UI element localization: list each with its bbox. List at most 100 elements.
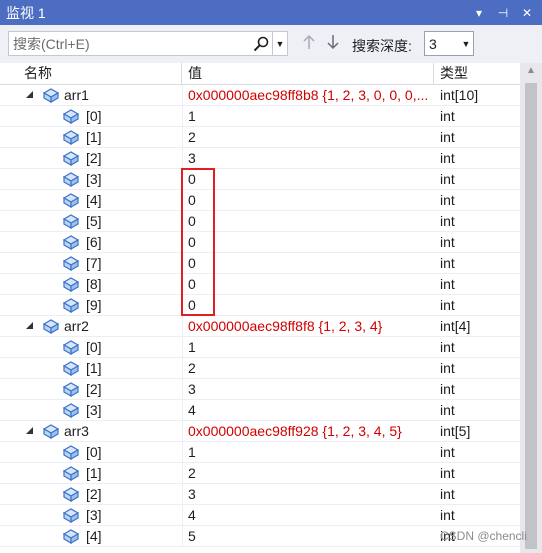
watch-element-row[interactable]: [1] 2 int <box>0 127 520 148</box>
value-cell[interactable]: 3 <box>188 484 434 504</box>
value-cell[interactable]: 2 <box>188 127 434 147</box>
search-depth-value: 3 <box>429 35 437 52</box>
search-history-dropdown-icon[interactable]: ▼ <box>272 32 287 55</box>
variable-icon <box>62 528 80 545</box>
variable-icon <box>62 381 80 398</box>
watch-window: 监视 1 ▾ ⊣ ✕ ▼ 搜索深度: 3 ▼ 名称 值 类型 arr <box>0 0 542 553</box>
watch-element-row[interactable]: [3] 4 int <box>0 400 520 421</box>
expand-toggle-icon[interactable] <box>26 322 33 329</box>
value-cell[interactable]: 0 <box>188 274 434 294</box>
search-input[interactable] <box>9 32 250 55</box>
name-cell: [4] <box>0 190 183 210</box>
watch-variable-row[interactable]: arr3 0x000000aec98ff928 {1, 2, 3, 4, 5} in… <box>0 421 520 442</box>
column-header-name[interactable]: 名称 <box>18 63 182 84</box>
value-cell[interactable]: 1 <box>188 337 434 357</box>
column-header-type[interactable]: 类型 <box>434 63 520 84</box>
name-cell: [1] <box>0 358 183 378</box>
watch-element-row[interactable]: [0] 1 int <box>0 106 520 127</box>
scrollbar-thumb[interactable] <box>525 83 537 549</box>
value-cell[interactable]: 0x000000aec98ff8f8 {1, 2, 3, 4} <box>188 316 434 336</box>
expand-toggle-icon[interactable] <box>26 427 33 434</box>
variable-icon <box>62 402 80 419</box>
value-cell[interactable]: 2 <box>188 358 434 378</box>
value-cell[interactable]: 1 <box>188 106 434 126</box>
watch-element-row[interactable]: [3] 4 int <box>0 505 520 526</box>
watch-element-row[interactable]: [2] 3 int <box>0 484 520 505</box>
value-cell[interactable]: 0 <box>188 232 434 252</box>
expand-toggle-icon[interactable] <box>26 91 33 98</box>
column-header-value[interactable]: 值 <box>182 63 434 84</box>
variable-icon <box>62 255 80 272</box>
variable-icon <box>62 108 80 125</box>
watch-element-row[interactable]: [0] 1 int <box>0 337 520 358</box>
value-cell[interactable]: 0 <box>188 295 434 315</box>
name-cell: [6] <box>0 232 183 252</box>
variable-name: arr1 <box>64 87 89 103</box>
value-cell[interactable]: 0x000000aec98ff8b8 {1, 2, 3, 0, 0, 0,... <box>188 85 434 105</box>
window-title: 监视 1 <box>6 4 46 21</box>
type-cell: int <box>440 339 455 355</box>
variable-name: [8] <box>86 276 102 292</box>
name-cell: [2] <box>0 379 183 399</box>
close-icon[interactable]: ✕ <box>520 6 534 20</box>
value-cell[interactable]: 2 <box>188 463 434 483</box>
type-cell: int <box>440 276 455 292</box>
value-cell[interactable]: 4 <box>188 400 434 420</box>
watch-element-row[interactable]: [5] 0 int <box>0 211 520 232</box>
type-cell: int <box>440 297 455 313</box>
vertical-scrollbar[interactable]: ▲ <box>520 63 542 553</box>
value-cell[interactable]: 5 <box>188 526 434 546</box>
variable-name: [2] <box>86 150 102 166</box>
watch-element-row[interactable]: [9] 0 int <box>0 295 520 316</box>
watch-element-row[interactable]: [1] 2 int <box>0 463 520 484</box>
value-cell[interactable]: 0 <box>188 169 434 189</box>
type-cell: int[10] <box>440 87 479 103</box>
watch-element-row[interactable]: [2] 3 int <box>0 148 520 169</box>
variable-icon <box>62 276 80 293</box>
value-cell[interactable]: 0x000000aec98ff928 {1, 2, 3, 4, 5} <box>188 421 434 441</box>
name-cell: [0] <box>0 442 183 462</box>
watch-element-row[interactable]: [3] 0 int <box>0 169 520 190</box>
search-previous-icon[interactable] <box>300 34 318 52</box>
value-cell[interactable]: 0 <box>188 211 434 231</box>
type-cell: int <box>440 150 455 166</box>
name-cell: [1] <box>0 463 183 483</box>
scroll-up-icon[interactable]: ▲ <box>524 65 538 79</box>
pin-icon[interactable]: ⊣ <box>496 6 510 20</box>
watch-element-row[interactable]: [1] 2 int <box>0 358 520 379</box>
variable-icon <box>62 234 80 251</box>
value-cell[interactable]: 0 <box>188 190 434 210</box>
value-cell[interactable]: 0 <box>188 253 434 273</box>
type-cell: int <box>440 444 455 460</box>
type-cell: int <box>440 192 455 208</box>
search-icon[interactable] <box>250 33 272 55</box>
value-cell[interactable]: 3 <box>188 379 434 399</box>
search-next-icon[interactable] <box>324 34 342 52</box>
value-cell[interactable]: 1 <box>188 442 434 462</box>
watch-element-row[interactable]: [6] 0 int <box>0 232 520 253</box>
variable-icon <box>42 423 60 440</box>
name-cell: arr3 <box>0 421 183 441</box>
name-cell: [2] <box>0 484 183 504</box>
watch-element-row[interactable]: [2] 3 int <box>0 379 520 400</box>
watch-element-row[interactable]: [8] 0 int <box>0 274 520 295</box>
variable-name: [6] <box>86 234 102 250</box>
value-cell[interactable]: 4 <box>188 505 434 525</box>
watch-element-row[interactable]: [0] 1 int <box>0 442 520 463</box>
type-cell: int[4] <box>440 318 471 334</box>
name-cell: [3] <box>0 505 183 525</box>
variable-icon <box>62 192 80 209</box>
variable-name: arr3 <box>64 423 89 439</box>
type-cell: int <box>440 171 455 187</box>
search-depth-select[interactable]: 3 ▼ <box>424 31 474 56</box>
watch-element-row[interactable]: [4] 0 int <box>0 190 520 211</box>
watch-element-row[interactable]: [7] 0 int <box>0 253 520 274</box>
watch-variable-row[interactable]: arr2 0x000000aec98ff8f8 {1, 2, 3, 4} int[4… <box>0 316 520 337</box>
value-cell[interactable]: 3 <box>188 148 434 168</box>
watch-variable-row[interactable]: arr1 0x000000aec98ff8b8 {1, 2, 3, 0, 0, 0… <box>0 85 520 106</box>
dropdown-icon[interactable]: ▾ <box>472 6 486 20</box>
variable-icon <box>62 297 80 314</box>
type-cell: int <box>440 486 455 502</box>
name-cell: [9] <box>0 295 183 315</box>
type-cell: int <box>440 402 455 418</box>
